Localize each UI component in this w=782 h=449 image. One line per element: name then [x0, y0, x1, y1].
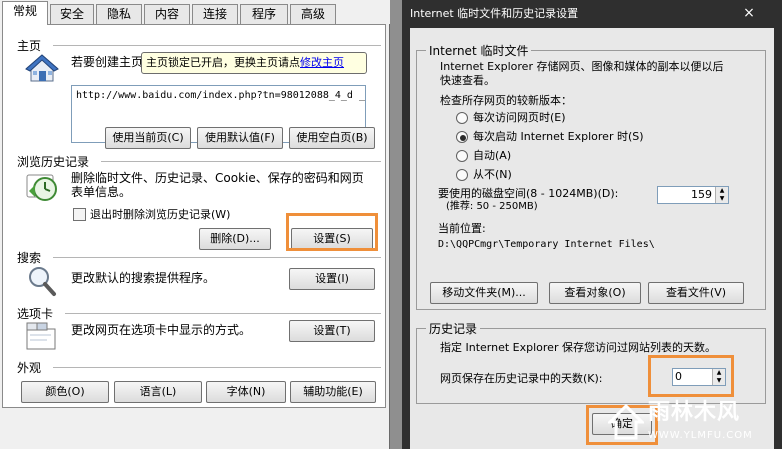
accessibility-button[interactable]: 辅助功能(E) — [290, 381, 376, 403]
history-settings-button[interactable]: 设置(S) — [291, 228, 373, 250]
home-desc: 若要创建主页 — [71, 55, 144, 69]
appearance-section-title: 外观 — [17, 361, 42, 375]
fonts-button[interactable]: 字体(N) — [206, 381, 286, 403]
general-tab-panel: 主页 若要创建主页 http://www.baidu.com/index.php… — [2, 24, 386, 408]
spinner-arrows-icon[interactable]: ▲ ▼ — [715, 187, 728, 203]
delete-on-exit-label: 退出时删除浏览历史记录(W) — [90, 208, 231, 221]
divider — [53, 257, 381, 258]
disk-space-recommend: (推荐: 50 - 250MB) — [446, 201, 538, 212]
tab-privacy[interactable]: 隐私 — [96, 4, 142, 24]
tab-security[interactable]: 安全 — [50, 4, 94, 24]
history-days-value: 0 — [675, 370, 682, 383]
use-current-button[interactable]: 使用当前页(C) — [105, 127, 191, 149]
radio-every-start-label: 每次启动 Internet Explorer 时(S) — [473, 130, 644, 143]
current-location-label: 当前位置: — [438, 222, 486, 235]
radio-every-visit-label: 每次访问网页时(E) — [473, 111, 566, 124]
tabs-desc: 更改网页在选项卡中显示的方式。 — [71, 323, 252, 337]
current-location-path: D:\QQPCmgr\Temporary Internet Files\ — [438, 239, 655, 250]
home-section-title: 主页 — [17, 39, 42, 53]
dialog-title: Internet 临时文件和历史记录设置 — [410, 7, 579, 20]
history-days-desc: 指定 Internet Explorer 保存您访问过网站列表的天数。 — [440, 341, 716, 354]
history-days-spinner[interactable]: 0 ▲ ▼ — [672, 368, 726, 386]
history-clock-icon — [25, 171, 61, 203]
check-newer-label: 检查所存网页的较新版本： — [440, 94, 572, 107]
search-section-title: 搜索 — [17, 251, 42, 265]
close-icon[interactable]: × — [742, 6, 756, 20]
temp-files-settings-dialog: Internet 临时文件和历史记录设置 × Internet 临时文件 Int… — [402, 0, 782, 449]
history-group-title: 历史记录 — [426, 320, 481, 337]
use-default-button[interactable]: 使用默认值(F) — [197, 127, 283, 149]
radio-automatic[interactable] — [456, 150, 468, 162]
tab-connections[interactable]: 连接 — [192, 4, 238, 24]
tooltip-text: 主页锁定已开启，更换主页请点 — [146, 56, 300, 69]
temp-files-group — [416, 50, 766, 310]
history-days-label: 网页保存在历史记录中的天数(K): — [440, 372, 603, 385]
temp-files-desc-line2: 快速查看。 — [440, 74, 495, 87]
tab-strip: 常规 安全 隐私 内容 连接 程序 高级 — [0, 0, 390, 25]
watermark-url: WWW.YLMFU.COM — [648, 430, 753, 441]
tab-general[interactable]: 常规 — [2, 1, 48, 25]
divider — [101, 161, 381, 162]
tab-programs[interactable]: 程序 — [240, 4, 288, 24]
history-section-title: 浏览历史记录 — [17, 155, 90, 169]
watermark-text: 雨林木风 — [648, 400, 741, 425]
temp-files-desc-line1: Internet Explorer 存储网页、图像和媒体的副本以便以后 — [440, 60, 724, 73]
radio-automatic-label: 自动(A) — [473, 149, 512, 162]
tabs-window-icon — [25, 321, 57, 351]
move-folder-button[interactable]: 移动文件夹(M)... — [430, 282, 538, 304]
delete-history-button[interactable]: 删除(D)... — [199, 228, 271, 250]
divider — [53, 367, 381, 368]
view-files-button[interactable]: 查看文件(V) — [648, 282, 744, 304]
watermark-house-icon — [608, 404, 644, 440]
search-settings-button[interactable]: 设置(I) — [289, 268, 375, 290]
view-objects-button[interactable]: 查看对象(O) — [549, 282, 641, 304]
internet-options-dialog: 常规 安全 隐私 内容 连接 程序 高级 主页 若要创建主页 http://ww… — [0, 0, 390, 449]
radio-never[interactable] — [456, 169, 468, 181]
delete-on-exit-checkbox[interactable] — [73, 208, 86, 221]
tab-content[interactable]: 内容 — [144, 4, 190, 24]
temp-files-group-title: Internet 临时文件 — [426, 42, 532, 59]
history-desc-line1: 删除临时文件、历史记录、Cookie、保存的密码和网页 — [71, 171, 364, 185]
dialog-client-area: Internet 临时文件 Internet Explorer 存储网页、图像和… — [410, 28, 774, 449]
tab-advanced[interactable]: 高级 — [290, 4, 336, 24]
change-homepage-link[interactable]: 修改主页 — [300, 56, 344, 69]
history-desc-line2: 表单信息。 — [71, 185, 132, 199]
spinner-arrows-icon[interactable]: ▲ ▼ — [712, 369, 725, 385]
homepage-lock-tooltip: 主页锁定已开启，更换主页请点修改主页 — [141, 52, 367, 74]
languages-button[interactable]: 语言(L) — [114, 381, 202, 403]
search-desc: 更改默认的搜索提供程序。 — [71, 271, 216, 285]
radio-every-visit[interactable] — [456, 112, 468, 124]
radio-never-label: 从不(N) — [473, 168, 512, 181]
colors-button[interactable]: 颜色(O) — [21, 381, 109, 403]
divider — [53, 45, 381, 46]
disk-space-value: 159 — [691, 188, 712, 201]
disk-space-spinner[interactable]: 159 ▲ ▼ — [657, 186, 729, 204]
radio-every-start[interactable] — [456, 131, 468, 143]
tabs-section-title: 选项卡 — [17, 307, 54, 321]
magnifier-icon — [27, 265, 57, 297]
watermark-logo: 雨林木风 WWW.YLMFU.COM — [608, 400, 778, 446]
tabs-settings-button[interactable]: 设置(T) — [289, 320, 375, 342]
use-blank-button[interactable]: 使用空白页(B) — [289, 127, 375, 149]
divider — [65, 313, 381, 314]
home-icon — [25, 53, 59, 83]
